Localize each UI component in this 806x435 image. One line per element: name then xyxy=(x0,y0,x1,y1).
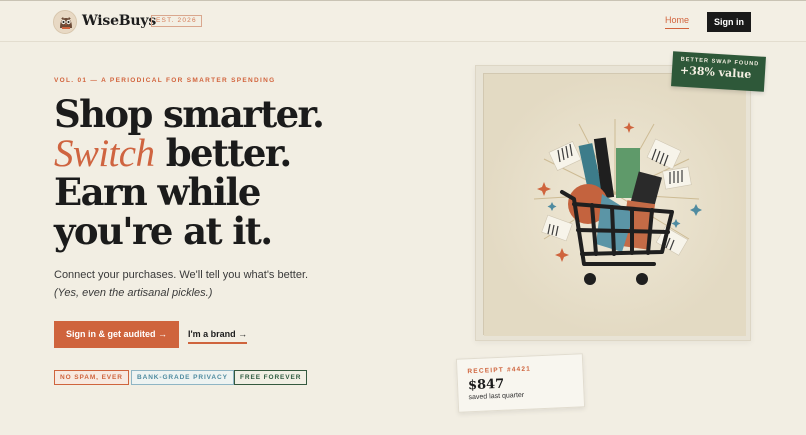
hero-kicker: VOL. 01 — A PERIODICAL FOR SMARTER SPEND… xyxy=(54,77,276,84)
shopping-cart-illustration xyxy=(483,73,746,336)
headline-line-1: Shop smarter. xyxy=(54,92,325,136)
hero-aside: (Yes, even the artisanal pickles.) xyxy=(54,287,213,299)
im-a-brand-link[interactable]: I'm a brand → xyxy=(188,329,248,344)
top-navigation-bar: WiseBuys EST. 2026 Home Sign in xyxy=(0,0,806,42)
better-swap-tag: BETTER SWAP FOUND +38% value xyxy=(671,51,766,92)
hero-headline: Shop smarter. Switch better. Earn while … xyxy=(54,95,354,251)
sign-in-button[interactable]: Sign in xyxy=(707,12,751,32)
privacy-badge: BANK-GRADE PRIVACY xyxy=(131,370,234,385)
headline-line-4: you're at it. xyxy=(54,209,273,253)
hero-description: Connect your purchases. We'll tell you w… xyxy=(54,269,309,281)
owl-logo-icon[interactable] xyxy=(53,10,77,34)
headline-line-3: Earn while xyxy=(54,170,261,214)
established-badge: EST. 2026 xyxy=(151,15,202,27)
nav-home-link[interactable]: Home xyxy=(665,15,690,29)
headline-line-2-rest: better. xyxy=(154,131,293,175)
receipt-card: RECEIPT #4421 $847 saved last quarter xyxy=(455,353,586,413)
brand-name[interactable]: WiseBuys xyxy=(82,13,156,29)
sign-in-get-audited-button[interactable]: Sign in & get audited → xyxy=(54,321,179,348)
free-forever-badge: FREE FOREVER xyxy=(234,370,308,385)
hero-illustration-frame xyxy=(475,65,751,341)
headline-line-2: Switch better. xyxy=(54,131,354,175)
headline-accent-word: Switch xyxy=(54,132,155,175)
no-spam-badge: NO SPAM, EVER xyxy=(54,370,129,385)
